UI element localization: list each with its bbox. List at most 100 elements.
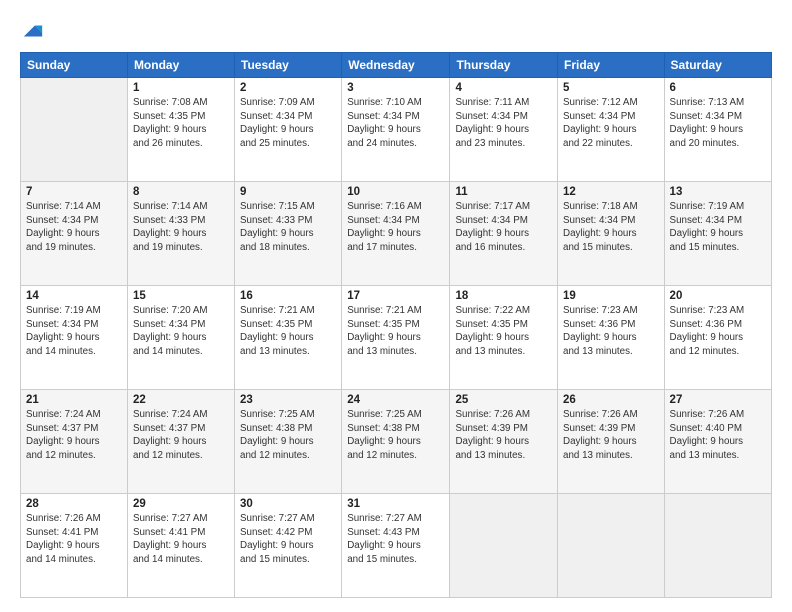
day-info: Sunrise: 7:14 AM Sunset: 4:34 PM Dayligh… [26,200,122,255]
day-number: 6 [670,82,766,94]
day-info: Sunrise: 7:27 AM Sunset: 4:42 PM Dayligh… [240,512,336,567]
day-info: Sunrise: 7:21 AM Sunset: 4:35 PM Dayligh… [347,304,444,359]
calendar-cell: 5Sunrise: 7:12 AM Sunset: 4:34 PM Daylig… [558,78,665,182]
calendar-cell: 23 Sunrise: 7:25 AM Sunset: 4:38 PM Dayli… [235,390,342,494]
calendar-cell: 4 Sunrise: 7:11 AM Sunset: 4:34 PM Daylig… [450,78,558,182]
day-number: 11 [455,186,552,198]
day-number: 12 [563,186,659,198]
calendar-cell: 20 Sunrise: 7:23 AM Sunset: 4:36 PM Dayli… [664,286,771,390]
day-number: 30 [240,498,336,510]
weekday-header: Monday [127,53,234,78]
calendar-cell: 26 Sunrise: 7:26 AM Sunset: 4:39 PM Dayli… [558,390,665,494]
day-info: Sunrise: 7:24 AM Sunset: 4:37 PM Dayligh… [133,408,229,463]
calendar-cell [450,494,558,598]
calendar-cell: 3 Sunrise: 7:10 AM Sunset: 4:34 PM Daylig… [342,78,450,182]
weekday-header: Tuesday [235,53,342,78]
day-number: 18 [455,290,552,302]
day-number: 21 [26,394,122,406]
day-info: Sunrise: 7:11 AM Sunset: 4:34 PM Dayligh… [455,96,552,151]
calendar-table: SundayMondayTuesdayWednesdayThursdayFrid… [20,52,772,598]
weekday-header: Wednesday [342,53,450,78]
day-number: 8 [133,186,229,198]
calendar-cell: 21 Sunrise: 7:24 AM Sunset: 4:37 PM Dayli… [21,390,128,494]
day-number: 25 [455,394,552,406]
weekday-header: Friday [558,53,665,78]
calendar-cell [664,494,771,598]
day-number: 7 [26,186,122,198]
day-info: Sunrise: 7:18 AM Sunset: 4:34 PM Dayligh… [563,200,659,255]
day-number: 2 [240,82,336,94]
calendar-week-row: 7 Sunrise: 7:14 AM Sunset: 4:34 PM Daylig… [21,182,772,286]
calendar-cell: 15 Sunrise: 7:20 AM Sunset: 4:34 PM Dayli… [127,286,234,390]
calendar-cell: 6 Sunrise: 7:13 AM Sunset: 4:34 PM Daylig… [664,78,771,182]
calendar-cell: 24Sunrise: 7:25 AM Sunset: 4:38 PM Dayli… [342,390,450,494]
day-info: Sunrise: 7:25 AM Sunset: 4:38 PM Dayligh… [240,408,336,463]
day-number: 4 [455,82,552,94]
calendar-cell: 16Sunrise: 7:21 AM Sunset: 4:35 PM Dayli… [235,286,342,390]
day-number: 3 [347,82,444,94]
day-info: Sunrise: 7:08 AM Sunset: 4:35 PM Dayligh… [133,96,229,151]
day-number: 17 [347,290,444,302]
calendar-cell: 2 Sunrise: 7:09 AM Sunset: 4:34 PM Daylig… [235,78,342,182]
day-info: Sunrise: 7:10 AM Sunset: 4:34 PM Dayligh… [347,96,444,151]
day-number: 23 [240,394,336,406]
day-info: Sunrise: 7:26 AM Sunset: 4:40 PM Dayligh… [670,408,766,463]
weekday-header: Saturday [664,53,771,78]
day-number: 27 [670,394,766,406]
header [20,18,772,42]
calendar-cell: 7 Sunrise: 7:14 AM Sunset: 4:34 PM Daylig… [21,182,128,286]
day-number: 14 [26,290,122,302]
day-number: 9 [240,186,336,198]
day-info: Sunrise: 7:26 AM Sunset: 4:39 PM Dayligh… [563,408,659,463]
calendar-cell: 8 Sunrise: 7:14 AM Sunset: 4:33 PM Daylig… [127,182,234,286]
day-info: Sunrise: 7:20 AM Sunset: 4:34 PM Dayligh… [133,304,229,359]
day-info: Sunrise: 7:15 AM Sunset: 4:33 PM Dayligh… [240,200,336,255]
day-number: 31 [347,498,444,510]
calendar-cell: 13Sunrise: 7:19 AM Sunset: 4:34 PM Dayli… [664,182,771,286]
day-info: Sunrise: 7:16 AM Sunset: 4:34 PM Dayligh… [347,200,444,255]
calendar-cell: 29 Sunrise: 7:27 AM Sunset: 4:41 PM Dayli… [127,494,234,598]
calendar-cell: 25Sunrise: 7:26 AM Sunset: 4:39 PM Dayli… [450,390,558,494]
calendar-cell: 31 Sunrise: 7:27 AM Sunset: 4:43 PM Dayli… [342,494,450,598]
calendar-cell: 11Sunrise: 7:17 AM Sunset: 4:34 PM Dayli… [450,182,558,286]
day-info: Sunrise: 7:23 AM Sunset: 4:36 PM Dayligh… [563,304,659,359]
day-info: Sunrise: 7:09 AM Sunset: 4:34 PM Dayligh… [240,96,336,151]
calendar-week-row: 14 Sunrise: 7:19 AM Sunset: 4:34 PM Dayli… [21,286,772,390]
day-number: 26 [563,394,659,406]
calendar-cell: 27 Sunrise: 7:26 AM Sunset: 4:40 PM Dayli… [664,390,771,494]
day-info: Sunrise: 7:14 AM Sunset: 4:33 PM Dayligh… [133,200,229,255]
day-number: 16 [240,290,336,302]
calendar-cell: 1 Sunrise: 7:08 AM Sunset: 4:35 PM Daylig… [127,78,234,182]
calendar-cell: 19 Sunrise: 7:23 AM Sunset: 4:36 PM Dayli… [558,286,665,390]
day-number: 29 [133,498,229,510]
day-number: 19 [563,290,659,302]
weekday-header-row: SundayMondayTuesdayWednesdayThursdayFrid… [21,53,772,78]
day-info: Sunrise: 7:27 AM Sunset: 4:43 PM Dayligh… [347,512,444,567]
day-info: Sunrise: 7:12 AM Sunset: 4:34 PM Dayligh… [563,96,659,151]
calendar-cell: 18 Sunrise: 7:22 AM Sunset: 4:35 PM Dayli… [450,286,558,390]
day-info: Sunrise: 7:13 AM Sunset: 4:34 PM Dayligh… [670,96,766,151]
day-number: 22 [133,394,229,406]
calendar-cell: 14 Sunrise: 7:19 AM Sunset: 4:34 PM Dayli… [21,286,128,390]
day-info: Sunrise: 7:27 AM Sunset: 4:41 PM Dayligh… [133,512,229,567]
day-number: 28 [26,498,122,510]
day-number: 20 [670,290,766,302]
day-number: 15 [133,290,229,302]
day-number: 13 [670,186,766,198]
day-number: 1 [133,82,229,94]
day-info: Sunrise: 7:23 AM Sunset: 4:36 PM Dayligh… [670,304,766,359]
day-info: Sunrise: 7:19 AM Sunset: 4:34 PM Dayligh… [26,304,122,359]
calendar-cell: 9 Sunrise: 7:15 AM Sunset: 4:33 PM Daylig… [235,182,342,286]
logo [20,22,44,42]
page: SundayMondayTuesdayWednesdayThursdayFrid… [0,0,792,612]
day-info: Sunrise: 7:25 AM Sunset: 4:38 PM Dayligh… [347,408,444,463]
weekday-header: Sunday [21,53,128,78]
calendar-week-row: 28 Sunrise: 7:26 AM Sunset: 4:41 PM Dayli… [21,494,772,598]
calendar-cell: 10Sunrise: 7:16 AM Sunset: 4:34 PM Dayli… [342,182,450,286]
calendar-cell: 30 Sunrise: 7:27 AM Sunset: 4:42 PM Dayli… [235,494,342,598]
day-info: Sunrise: 7:24 AM Sunset: 4:37 PM Dayligh… [26,408,122,463]
calendar-week-row: 1 Sunrise: 7:08 AM Sunset: 4:35 PM Daylig… [21,78,772,182]
day-info: Sunrise: 7:26 AM Sunset: 4:41 PM Dayligh… [26,512,122,567]
calendar-cell [558,494,665,598]
day-info: Sunrise: 7:22 AM Sunset: 4:35 PM Dayligh… [455,304,552,359]
